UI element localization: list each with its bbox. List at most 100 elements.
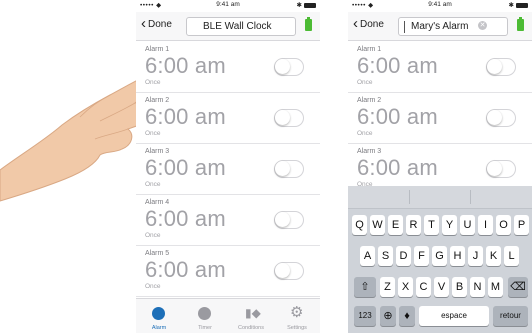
key-l[interactable]: L — [504, 246, 519, 266]
microphone-icon[interactable]: ♦ — [399, 306, 415, 326]
tab-conditions[interactable]: ▮◆ Conditions — [228, 299, 274, 333]
key-n[interactable]: N — [470, 277, 485, 297]
key-u[interactable]: U — [460, 215, 475, 235]
alarm-time: 6:00 am — [357, 53, 438, 78]
alarm-time: 6:00 am — [145, 206, 226, 231]
alarm-repeat: Once — [145, 130, 161, 137]
alarm-label: Alarm 3 — [357, 148, 382, 155]
key-r[interactable]: R — [406, 215, 421, 235]
tab-label: Conditions — [238, 325, 264, 331]
key-p[interactable]: P — [514, 215, 529, 235]
alarm-toggle[interactable] — [274, 262, 304, 280]
status-time: 9:41 am — [216, 1, 240, 8]
tab-label: Alarm — [151, 325, 167, 331]
tab-bar: Alarm Timer ▮◆ Conditions ⚙ Settings — [136, 298, 320, 333]
clear-text-icon[interactable]: ✕ — [478, 21, 487, 30]
backspace-icon[interactable]: ⌫ — [508, 277, 528, 297]
key-o[interactable]: O — [496, 215, 511, 235]
tab-alarm[interactable]: Alarm — [136, 299, 182, 333]
alarm-label: Alarm 4 — [145, 199, 170, 206]
space-key[interactable]: espace — [419, 306, 489, 326]
key-f[interactable]: F — [414, 246, 429, 266]
globe-icon[interactable]: ⊕ — [380, 306, 396, 326]
key-x[interactable]: X — [398, 277, 413, 297]
alarm-toggle[interactable] — [274, 211, 304, 229]
phone-screen-rename: ••••• ◆ 9:41 am ✱ ‹ Done Mary's Alarm ✕ A… — [348, 0, 532, 333]
key-t[interactable]: T — [424, 215, 439, 235]
alarm-repeat: Once — [357, 79, 373, 86]
alarm-row[interactable]: Alarm 4 6:00 am Once — [136, 194, 320, 246]
key-y[interactable]: Y — [442, 215, 457, 235]
battery-status-icon — [304, 2, 316, 8]
key-i[interactable]: I — [478, 215, 493, 235]
return-key[interactable]: retour — [493, 306, 528, 326]
key-m[interactable]: M — [488, 277, 503, 297]
device-name-value: Mary's Alarm — [411, 21, 469, 32]
gear-icon: ⚙ — [290, 304, 304, 321]
key-d[interactable]: D — [396, 246, 411, 266]
device-name-value: BLE Wall Clock — [203, 21, 272, 32]
key-b[interactable]: B — [452, 277, 467, 297]
alarm-toggle[interactable] — [486, 109, 516, 127]
alarm-time: 6:00 am — [145, 155, 226, 180]
alarm-toggle[interactable] — [486, 160, 516, 178]
battery-status-icon — [516, 2, 528, 8]
alarm-row[interactable]: Alarm 2 6:00 am Once — [348, 92, 532, 144]
alarm-row[interactable]: Alarm 1 6:00 am Once — [348, 41, 532, 93]
key-k[interactable]: K — [486, 246, 501, 266]
key-e[interactable]: E — [388, 215, 403, 235]
tab-settings[interactable]: ⚙ Settings — [274, 299, 320, 333]
alarm-row[interactable]: Alarm 5 6:00 am Once — [136, 245, 320, 297]
done-button[interactable]: ‹ Done — [353, 15, 384, 32]
suggestion-divider — [470, 190, 471, 204]
alarm-row[interactable]: Alarm 3 6:00 am Once — [136, 143, 320, 195]
key-v[interactable]: V — [434, 277, 449, 297]
key-c[interactable]: C — [416, 277, 431, 297]
bluetooth-icon: ✱ — [296, 2, 302, 9]
alarm-time: 6:00 am — [145, 104, 226, 129]
alarm-toggle[interactable] — [486, 58, 516, 76]
chevron-left-icon: ‹ — [141, 15, 146, 32]
alarm-time: 6:00 am — [145, 53, 226, 78]
alarm-row[interactable]: Alarm 2 6:00 am Once — [136, 92, 320, 144]
key-q[interactable]: Q — [352, 215, 367, 235]
key-w[interactable]: W — [370, 215, 385, 235]
alarm-repeat: Once — [357, 130, 373, 137]
alarm-label: Alarm 2 — [145, 97, 170, 104]
done-button[interactable]: ‹ Done — [141, 15, 172, 32]
alarm-label: Alarm 1 — [357, 46, 382, 53]
key-g[interactable]: G — [432, 246, 447, 266]
key-s[interactable]: S — [378, 246, 393, 266]
device-name-field[interactable]: BLE Wall Clock — [186, 17, 296, 36]
alarm-toggle[interactable] — [274, 160, 304, 178]
numbers-key[interactable]: 123 — [354, 306, 376, 326]
alarm-time: 6:00 am — [145, 257, 226, 282]
status-bar: ••••• ◆ 9:41 am ✱ — [136, 0, 320, 10]
tab-timer[interactable]: Timer — [182, 299, 228, 333]
alarm-label: Alarm 2 — [357, 97, 382, 104]
done-label: Done — [148, 19, 172, 30]
chevron-left-icon: ‹ — [353, 15, 358, 32]
alarm-toggle[interactable] — [274, 109, 304, 127]
status-bar: ••••• ◆ 9:41 am ✱ — [348, 0, 532, 10]
text-cursor — [404, 21, 405, 33]
battery-icon — [305, 17, 312, 31]
nav-bar: ‹ Done BLE Wall Clock — [136, 12, 320, 41]
alarm-repeat: Once — [145, 79, 161, 86]
key-h[interactable]: H — [450, 246, 465, 266]
timer-icon — [198, 307, 211, 320]
alarm-toggle[interactable] — [274, 58, 304, 76]
alarm-repeat: Once — [145, 283, 161, 290]
tab-label: Settings — [287, 325, 307, 331]
alarm-row[interactable]: Alarm 1 6:00 am Once — [136, 41, 320, 93]
shift-key[interactable]: ⇧ — [354, 277, 376, 297]
status-battery: ✱ — [297, 1, 316, 9]
conditions-icon: ▮◆ — [245, 306, 261, 320]
alarm-repeat: Once — [145, 232, 161, 239]
alarm-time: 6:00 am — [357, 155, 438, 180]
status-battery: ✱ — [509, 1, 528, 9]
device-name-field[interactable]: Mary's Alarm ✕ — [398, 17, 508, 36]
key-a[interactable]: A — [360, 246, 375, 266]
key-j[interactable]: J — [468, 246, 483, 266]
key-z[interactable]: Z — [380, 277, 395, 297]
